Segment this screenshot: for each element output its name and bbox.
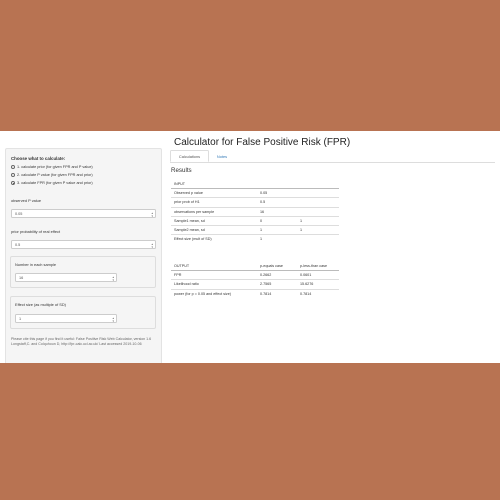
table-row: FPR 0.2662 0.0601 <box>171 270 339 280</box>
effect-size-label: Effect size (as multiple of SD) <box>15 302 66 307</box>
table-cell: 0.0601 <box>297 270 339 280</box>
table-header-cell <box>297 180 339 190</box>
table-cell: 1 <box>297 215 339 226</box>
table-header-cell <box>257 180 297 190</box>
table-header-row: INPUT <box>171 180 339 190</box>
app-window: Calculator for False Positive Risk (FPR)… <box>0 131 500 363</box>
table-cell: observations per sample <box>171 206 257 217</box>
table-cell: 1 <box>257 234 297 244</box>
table-row: Sample1 mean, sd 0 1 <box>171 215 339 226</box>
table-header-cell: OUTPUT <box>171 262 257 272</box>
page-title: Calculator for False Positive Risk (FPR) <box>174 137 351 148</box>
table-row: prior prob of H1 0.5 <box>171 197 339 208</box>
table-cell: 0.7814 <box>257 288 297 298</box>
spinner-icon[interactable]: ▴ ▾ <box>112 317 114 323</box>
table-header-row: OUTPUT p-equals case p-less-than case <box>171 262 339 272</box>
tab-bar: Calculations Notes <box>170 150 495 163</box>
output-table: OUTPUT p-equals case p-less-than case FP… <box>171 262 339 298</box>
table-row: power (for p = 0.05 and effect size) 0.7… <box>171 288 339 298</box>
table-cell: 1 <box>297 224 339 235</box>
radio-option-prior[interactable]: 1. calculate prior (for given FPR and P … <box>11 165 93 169</box>
table-cell: prior prob of H1 <box>171 197 257 208</box>
table-cell: Sample1 mean, sd <box>171 215 257 226</box>
prior-prob-label: prior probability of real effect <box>11 229 61 234</box>
radio-label: 2. calculate P value (for given FPR and … <box>17 173 93 177</box>
table-cell <box>297 206 339 217</box>
table-cell: Likelihood ratio <box>171 279 257 290</box>
table-cell: Sample2 mean, sd <box>171 224 257 235</box>
table-row: observations per sample 16 <box>171 206 339 217</box>
radio-label: 1. calculate prior (for given FPR and P … <box>17 165 93 169</box>
table-cell: 16 <box>257 206 297 217</box>
table-row: Observed p value 0.05 <box>171 188 339 198</box>
prior-prob-value: 0.5 <box>15 242 21 247</box>
radio-option-pvalue[interactable]: 2. calculate P value (for given FPR and … <box>11 173 93 177</box>
radio-option-fpr[interactable]: 3. calculate FPR (for given P value and … <box>11 181 93 185</box>
spinner-icon[interactable]: ▴ ▾ <box>151 212 153 218</box>
tab-calculations[interactable]: Calculations <box>170 150 209 162</box>
table-cell: 0.7814 <box>297 288 339 298</box>
observed-p-label: observed P value <box>11 198 41 203</box>
sidebar-panel: Choose what to calculate: 1. calculate p… <box>5 148 162 363</box>
results-heading: Results <box>171 167 192 174</box>
table-cell: FPR <box>171 270 257 280</box>
table-cell: power (for p = 0.05 and effect size) <box>171 288 257 298</box>
table-cell: 0.05 <box>257 188 297 198</box>
citation-text: Please cite this page if you find it use… <box>11 337 152 346</box>
table-row: Sample2 mean, sd 1 1 <box>171 224 339 235</box>
tab-notes[interactable]: Notes <box>210 150 234 162</box>
table-header-cell: p-less-than case <box>297 262 339 272</box>
table-cell: 0 <box>257 215 297 226</box>
spinner-icon[interactable]: ▴ ▾ <box>151 243 153 249</box>
table-cell: 1 <box>257 224 297 235</box>
effect-size-input[interactable]: 1 ▴ ▾ <box>15 314 117 323</box>
radio-button[interactable] <box>11 173 15 177</box>
input-table: INPUT Observed p value 0.05 prior prob o… <box>171 180 339 244</box>
table-header-cell: INPUT <box>171 180 257 190</box>
table-header-cell: p-equals case <box>257 262 297 272</box>
observed-p-value: 0.05 <box>15 211 23 216</box>
table-row: Likelihood ratio 2.7565 15.6276 <box>171 279 339 290</box>
radio-button-selected[interactable] <box>11 181 15 185</box>
effect-size-value: 1 <box>19 316 22 321</box>
sample-size-well: Number in each sample 16 ▴ ▾ <box>10 256 156 288</box>
table-cell: 0.2662 <box>257 270 297 280</box>
sample-size-label: Number in each sample <box>15 262 57 267</box>
table-cell: Effect size (mult of SD) <box>171 234 257 244</box>
table-cell: Observed p value <box>171 188 257 198</box>
prior-prob-input[interactable]: 0.5 ▴ ▾ <box>11 240 156 249</box>
observed-p-input[interactable]: 0.05 ▴ ▾ <box>11 209 156 218</box>
effect-size-well: Effect size (as multiple of SD) 1 ▴ ▾ <box>10 296 156 329</box>
table-cell <box>297 197 339 208</box>
radio-button[interactable] <box>11 165 15 169</box>
sample-size-value: 16 <box>19 275 24 280</box>
table-cell: 15.6276 <box>297 279 339 290</box>
calc-mode-heading: Choose what to calculate: <box>11 156 66 161</box>
sample-size-input[interactable]: 16 ▴ ▾ <box>15 273 117 282</box>
radio-label: 3. calculate FPR (for given P value and … <box>17 181 93 185</box>
table-row: Effect size (mult of SD) 1 <box>171 234 339 244</box>
table-cell <box>297 188 339 198</box>
spinner-icon[interactable]: ▴ ▾ <box>112 276 114 282</box>
table-cell <box>297 234 339 244</box>
table-cell: 2.7565 <box>257 279 297 290</box>
table-cell: 0.5 <box>257 197 297 208</box>
